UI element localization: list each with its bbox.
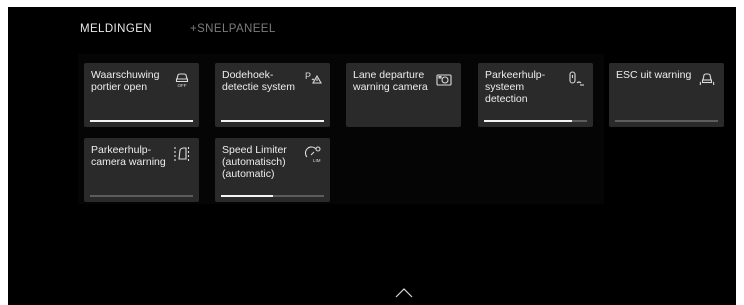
tile-progress-bar bbox=[352, 120, 455, 122]
notification-tile-blind-spot[interactable]: Dodehoek-detectie system P bbox=[215, 63, 330, 127]
svg-text:OFF: OFF bbox=[178, 83, 187, 88]
tile-label: Dodehoek-detectie system bbox=[222, 69, 295, 93]
svg-text:LIM: LIM bbox=[313, 158, 321, 163]
notifications-panel: Waarschuwing portier open OFF Dodehoek-d… bbox=[78, 54, 724, 204]
tile-progress-bar bbox=[484, 120, 587, 122]
tile-label: ESC uit warning bbox=[616, 69, 692, 81]
notification-tile-parking-camera[interactable]: Parkeerhulp-camera warning bbox=[84, 138, 199, 202]
tile-progress-bar bbox=[221, 120, 324, 122]
notification-screen: MELDINGEN +SNELPANEEL Waarschuwing porti… bbox=[8, 7, 736, 305]
tile-label: Lane departure warning camera bbox=[353, 69, 428, 93]
esc-skid-icon bbox=[698, 70, 716, 88]
svg-text:P: P bbox=[305, 71, 311, 81]
door-off-icon: OFF bbox=[173, 70, 191, 88]
notification-tile-parking-assist[interactable]: Parkeerhulp-systeem detection bbox=[478, 63, 593, 127]
notification-tile-lane-departure[interactable]: Lane departure warning camera bbox=[346, 63, 461, 127]
blind-spot-warning-icon: P bbox=[304, 70, 322, 88]
tile-progress-bar bbox=[90, 195, 193, 197]
tab-meldingen[interactable]: MELDINGEN bbox=[80, 23, 152, 35]
tile-label: Speed Limiter (automatisch) (automatic) bbox=[222, 144, 287, 180]
tab-snelpaneel[interactable]: +SNELPANEEL bbox=[190, 23, 276, 35]
tile-progress-bar bbox=[90, 120, 193, 122]
chevron-up-icon[interactable] bbox=[394, 287, 414, 299]
tile-progress-bar bbox=[615, 120, 718, 122]
parking-camera-icon bbox=[173, 145, 191, 163]
notification-tile-door-open[interactable]: Waarschuwing portier open OFF bbox=[84, 63, 199, 127]
tab-bar: MELDINGEN +SNELPANEEL bbox=[80, 23, 276, 35]
notification-tile-esc-off[interactable]: ESC uit warning bbox=[609, 63, 724, 127]
tile-progress-bar bbox=[221, 195, 324, 197]
parking-sensor-icon bbox=[567, 70, 585, 88]
notification-tile-speed-limiter[interactable]: Speed Limiter (automatisch) (automatic) … bbox=[215, 138, 330, 202]
tile-label: Parkeerhulp-camera warning bbox=[91, 144, 166, 168]
tile-label: Waarschuwing portier open bbox=[91, 69, 160, 93]
tile-label: Parkeerhulp-systeem detection bbox=[485, 69, 546, 105]
camera-icon bbox=[435, 70, 453, 88]
speed-limiter-icon: LIM bbox=[304, 145, 322, 163]
